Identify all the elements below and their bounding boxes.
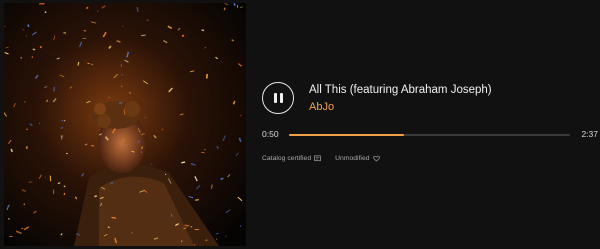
spark xyxy=(32,48,36,51)
spark xyxy=(94,195,98,198)
pause-icon xyxy=(273,93,283,103)
spark xyxy=(63,192,66,196)
spark xyxy=(122,138,125,141)
album-artwork xyxy=(4,3,246,246)
track-badges: Catalog certified Unmodified xyxy=(262,155,380,162)
pause-button[interactable] xyxy=(262,82,294,114)
spark xyxy=(53,86,56,92)
spark xyxy=(195,199,199,201)
catalog-certified-label: Catalog certified xyxy=(262,155,312,162)
spark xyxy=(7,217,10,220)
progress-fill xyxy=(289,134,405,136)
spark xyxy=(77,61,80,66)
spark xyxy=(10,148,14,153)
spark xyxy=(27,24,30,28)
artist-link[interactable]: AbJo xyxy=(309,101,334,113)
catalog-icon xyxy=(314,155,321,162)
spark xyxy=(223,7,226,11)
spark xyxy=(31,56,34,59)
spark xyxy=(63,119,66,122)
progress-bar[interactable] xyxy=(289,134,570,136)
spark xyxy=(215,232,219,235)
track-title: All This (featuring Abraham Joseph) xyxy=(309,84,492,96)
spark xyxy=(28,181,33,183)
audio-player: All This (featuring Abraham Joseph) AbJo… xyxy=(0,0,600,249)
spark xyxy=(205,239,208,242)
spark xyxy=(153,237,159,240)
spark xyxy=(190,225,193,228)
heart-icon xyxy=(372,155,380,162)
unmodified-label: Unmodified xyxy=(335,155,370,162)
spark xyxy=(121,74,123,76)
current-time: 0:50 xyxy=(262,129,279,139)
spark xyxy=(60,126,64,129)
spark xyxy=(25,35,28,37)
spark xyxy=(61,119,64,122)
spark xyxy=(85,6,89,10)
spark xyxy=(111,216,117,219)
unmodified-badge: Unmodified xyxy=(335,155,380,162)
spark xyxy=(233,3,237,7)
spark xyxy=(61,135,63,140)
spark xyxy=(181,34,185,38)
spark xyxy=(141,34,146,37)
spark xyxy=(201,29,205,32)
spark xyxy=(118,101,123,104)
spark xyxy=(138,140,140,143)
spark xyxy=(110,181,114,184)
spark xyxy=(39,45,43,49)
progress-row: 0:50 2:37 xyxy=(262,129,598,141)
spark xyxy=(205,73,208,79)
catalog-certified-badge: Catalog certified xyxy=(262,155,321,162)
total-time: 2:37 xyxy=(581,129,598,139)
spark xyxy=(57,182,61,184)
